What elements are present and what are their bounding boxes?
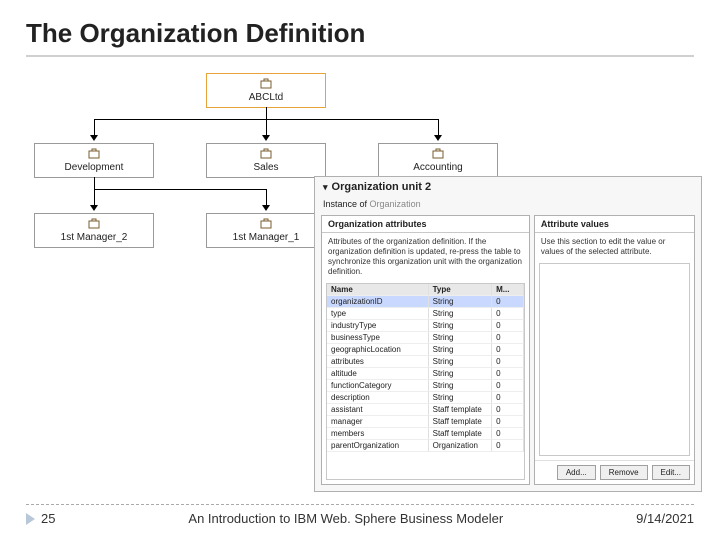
table-cell: manager xyxy=(327,416,429,428)
attributes-title: Organization attributes xyxy=(322,216,529,233)
table-row[interactable]: managerStaff template0 xyxy=(327,416,524,428)
table-cell: 0 xyxy=(492,380,524,392)
org-icon xyxy=(432,148,444,160)
org-node-label: Sales xyxy=(253,162,278,173)
table-cell: members xyxy=(327,428,429,440)
footer-date: 9/14/2021 xyxy=(636,511,694,526)
slide-title: The Organization Definition xyxy=(26,18,694,57)
col-name[interactable]: Name xyxy=(327,284,429,296)
instance-of-value: Organization xyxy=(370,199,421,209)
table-row[interactable]: functionCategoryString0 xyxy=(327,380,524,392)
org-node-label: Accounting xyxy=(413,162,462,173)
table-cell: functionCategory xyxy=(327,380,429,392)
table-cell: String xyxy=(429,308,493,320)
table-cell: Organization xyxy=(429,440,493,452)
table-cell: Staff template xyxy=(429,416,493,428)
table-cell: String xyxy=(429,368,493,380)
page-marker-icon xyxy=(26,513,35,525)
table-cell: altitude xyxy=(327,368,429,380)
table-row[interactable]: assistantStaff template0 xyxy=(327,404,524,416)
table-cell: organizationID xyxy=(327,296,429,308)
org-node-root: ABCLtd xyxy=(206,73,326,108)
table-cell: Staff template xyxy=(429,404,493,416)
values-list[interactable] xyxy=(539,263,690,456)
panel-heading: Organization unit 2 xyxy=(332,181,432,193)
table-cell: String xyxy=(429,296,493,308)
table-cell: 0 xyxy=(492,368,524,380)
instance-of-label: Instance of xyxy=(323,199,367,209)
org-icon xyxy=(260,148,272,160)
table-cell: parentOrganization xyxy=(327,440,429,452)
table-row[interactable]: organizationIDString0 xyxy=(327,296,524,308)
properties-panel: ▾ Organization unit 2 Instance of Organi… xyxy=(314,176,702,492)
page-number: 25 xyxy=(41,511,55,526)
remove-button[interactable]: Remove xyxy=(600,465,648,480)
edit-button[interactable]: Edit... xyxy=(652,465,690,480)
org-node-mgr2: 1st Manager_2 xyxy=(34,213,154,248)
org-icon xyxy=(88,218,100,230)
table-cell: Staff template xyxy=(429,428,493,440)
table-cell: String xyxy=(429,356,493,368)
table-row[interactable]: parentOrganizationOrganization0 xyxy=(327,440,524,452)
table-cell: 0 xyxy=(492,356,524,368)
table-cell: String xyxy=(429,380,493,392)
org-icon xyxy=(260,78,272,90)
table-cell: 0 xyxy=(492,416,524,428)
table-cell: 0 xyxy=(492,404,524,416)
table-cell: 0 xyxy=(492,308,524,320)
org-node-mgr1: 1st Manager_1 xyxy=(206,213,326,248)
table-cell: String xyxy=(429,392,493,404)
table-cell: 0 xyxy=(492,392,524,404)
table-cell: businessType xyxy=(327,332,429,344)
table-cell: geographicLocation xyxy=(327,344,429,356)
org-node-label: Development xyxy=(65,162,124,173)
org-node-label: 1st Manager_1 xyxy=(233,232,300,243)
table-row[interactable]: membersStaff template0 xyxy=(327,428,524,440)
table-cell: 0 xyxy=(492,428,524,440)
table-cell: 0 xyxy=(492,440,524,452)
table-cell: 0 xyxy=(492,332,524,344)
org-node-dev: Development xyxy=(34,143,154,178)
org-icon xyxy=(88,148,100,160)
footer: 25 An Introduction to IBM Web. Sphere Bu… xyxy=(26,504,694,526)
table-cell: String xyxy=(429,332,493,344)
org-node-label: 1st Manager_2 xyxy=(61,232,128,243)
table-cell: type xyxy=(327,308,429,320)
collapse-icon[interactable]: ▾ xyxy=(323,182,328,193)
attributes-table[interactable]: Name Type M... organizationIDString0type… xyxy=(326,283,525,480)
attributes-card: Organization attributes Attributes of th… xyxy=(321,215,530,485)
org-node-label: ABCLtd xyxy=(249,92,283,103)
attributes-desc: Attributes of the organization definitio… xyxy=(322,233,529,281)
org-node-sales: Sales xyxy=(206,143,326,178)
table-cell: 0 xyxy=(492,296,524,308)
footer-center: An Introduction to IBM Web. Sphere Busin… xyxy=(188,511,503,526)
values-title: Attribute values xyxy=(535,216,694,233)
table-cell: industryType xyxy=(327,320,429,332)
table-row[interactable]: typeString0 xyxy=(327,308,524,320)
table-cell: 0 xyxy=(492,320,524,332)
table-cell: String xyxy=(429,320,493,332)
table-row[interactable]: businessTypeString0 xyxy=(327,332,524,344)
table-row[interactable]: geographicLocationString0 xyxy=(327,344,524,356)
values-card: Attribute values Use this section to edi… xyxy=(534,215,695,485)
org-node-acct: Accounting xyxy=(378,143,498,178)
table-cell: assistant xyxy=(327,404,429,416)
add-button[interactable]: Add... xyxy=(557,465,596,480)
table-row[interactable]: descriptionString0 xyxy=(327,392,524,404)
table-cell: 0 xyxy=(492,344,524,356)
table-row[interactable]: altitudeString0 xyxy=(327,368,524,380)
values-desc: Use this section to edit the value or va… xyxy=(535,233,694,261)
org-icon xyxy=(260,218,272,230)
col-m[interactable]: M... xyxy=(492,284,524,296)
table-row[interactable]: attributesString0 xyxy=(327,356,524,368)
table-cell: description xyxy=(327,392,429,404)
table-cell: attributes xyxy=(327,356,429,368)
table-cell: String xyxy=(429,344,493,356)
col-type[interactable]: Type xyxy=(429,284,493,296)
table-row[interactable]: industryTypeString0 xyxy=(327,320,524,332)
